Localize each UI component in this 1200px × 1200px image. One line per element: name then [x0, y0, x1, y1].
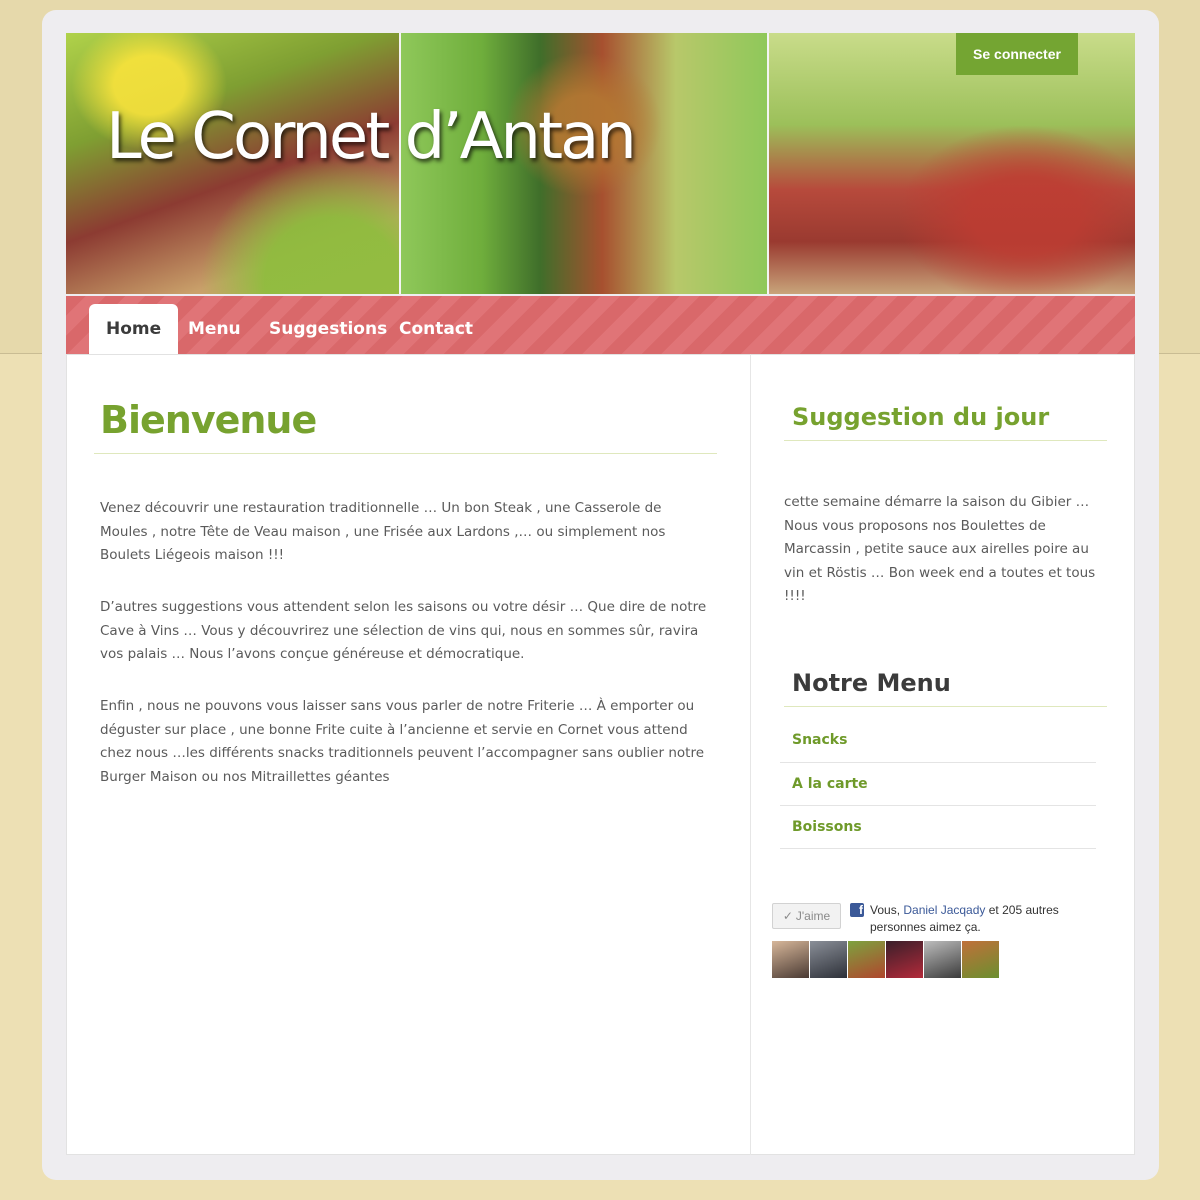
suggestion-text: cette semaine démarre la saison du Gibie… [784, 494, 1096, 604]
intro-paragraph: Venez découvrir une restauration traditi… [100, 500, 666, 563]
menu-link-snacks[interactable]: Snacks [792, 732, 847, 748]
menu-link-boissons[interactable]: Boissons [792, 819, 862, 835]
wine-paragraph: D’autres suggestions vous attendent selo… [100, 599, 707, 662]
title-underline [94, 453, 717, 454]
site-title[interactable]: Le Cornet d’Antan [106, 100, 637, 174]
banner-photo-3 [769, 33, 1135, 294]
menu-link-a-la-carte[interactable]: A la carte [792, 776, 868, 792]
facebook-faces [772, 941, 999, 978]
friend-name-link[interactable]: Daniel Jacqady [903, 903, 985, 917]
facebook-like-text: Vous, Daniel Jacqady et 205 autres perso… [870, 902, 1100, 936]
suggestion-title: Suggestion du jour [792, 403, 1050, 431]
like-text-prefix: Vous, [870, 903, 904, 917]
menu-title-underline [784, 706, 1107, 707]
avatar[interactable] [810, 941, 847, 978]
checkmark-icon: ✓ [782, 909, 793, 923]
avatar[interactable] [772, 941, 809, 978]
main-nav: Home Menu Suggestions Contact [66, 296, 1135, 354]
nav-item-menu[interactable]: Menu [171, 304, 258, 354]
facebook-like-button[interactable]: ✓ J'aime [772, 903, 841, 929]
avatar[interactable] [848, 941, 885, 978]
avatar[interactable] [962, 941, 999, 978]
menu-title: Notre Menu [792, 669, 951, 697]
page-title: Bienvenue [100, 398, 317, 442]
like-label: J'aime [795, 909, 831, 923]
menu-divider [780, 762, 1096, 763]
column-divider [750, 354, 751, 1155]
friterie-paragraph: Enfin , nous ne pouvons vous laisser san… [100, 698, 704, 785]
avatar[interactable] [924, 941, 961, 978]
suggestion-underline [784, 440, 1107, 441]
facebook-icon: f [850, 903, 864, 917]
nav-item-contact[interactable]: Contact [382, 304, 490, 354]
avatar[interactable] [886, 941, 923, 978]
nav-item-home[interactable]: Home [89, 304, 179, 354]
login-button[interactable]: Se connecter [956, 33, 1078, 75]
menu-divider [780, 848, 1096, 849]
menu-divider [780, 805, 1096, 806]
